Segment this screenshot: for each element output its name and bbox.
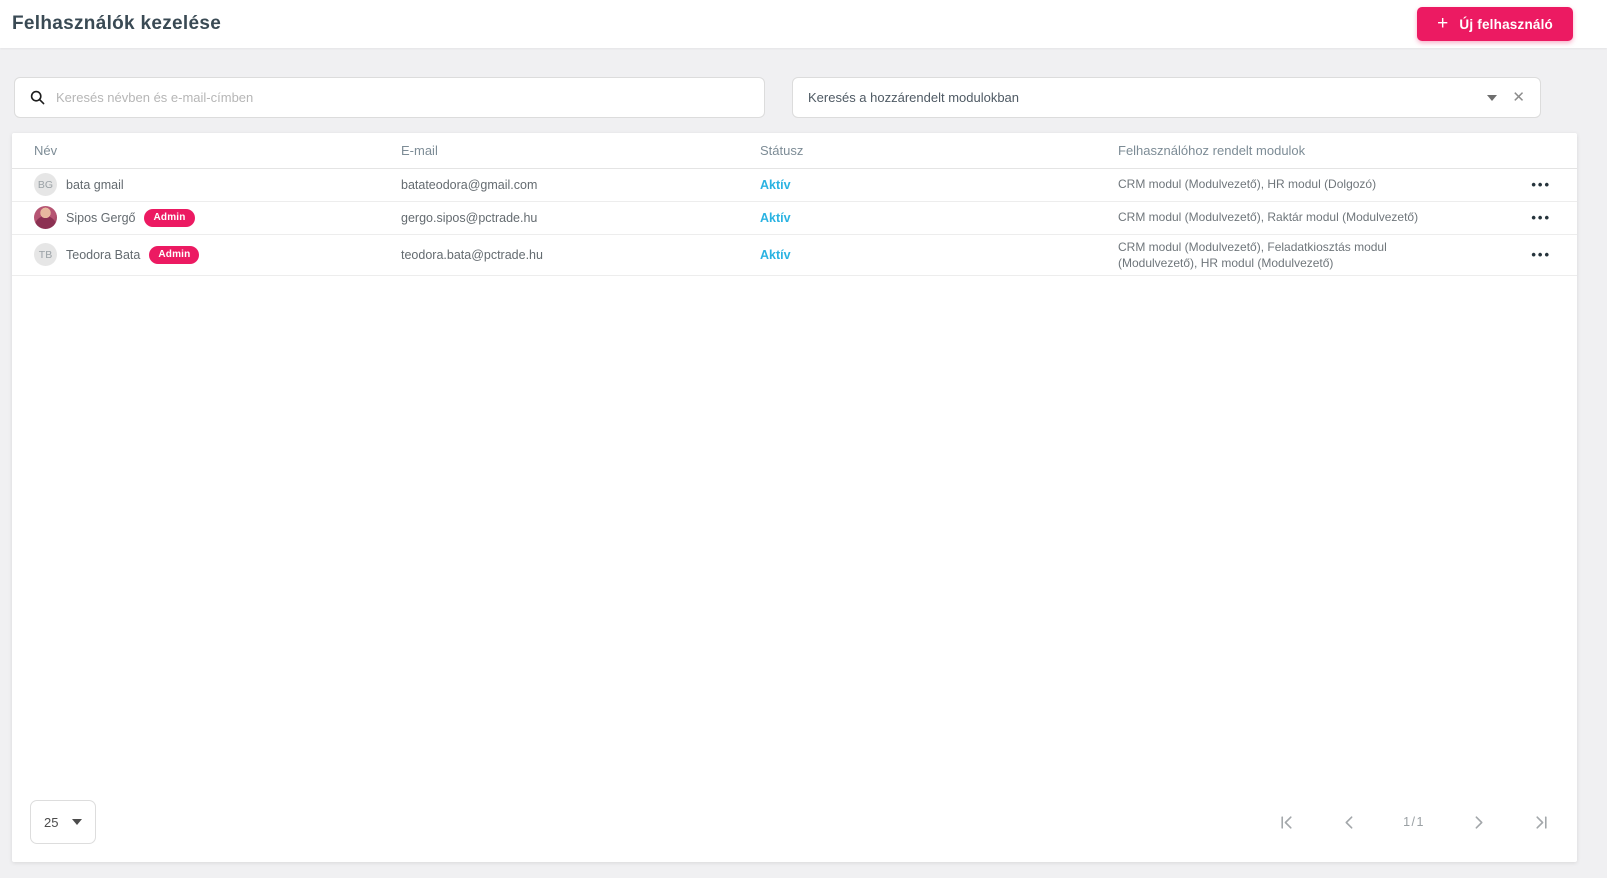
row-actions-button[interactable]: ••• [1531,248,1551,261]
chevron-down-icon [1487,94,1498,101]
admin-badge: Admin [149,245,200,264]
column-header-name: Név [12,133,393,169]
table-header-row: Név E-mail Státusz Felhasználóhoz rendel… [12,133,1577,169]
chevron-right-icon [1475,815,1483,829]
status-badge: Aktív [760,210,791,225]
column-header-status: Státusz [752,133,1110,169]
admin-badge: Admin [144,208,195,227]
table-row: TB Teodora Bata Admin teodora.bata@pctra… [12,234,1577,276]
page-size-value: 25 [44,814,59,830]
first-page-button[interactable] [1277,813,1296,832]
last-page-icon [1536,815,1547,829]
page-title: Felhasználók kezelése [12,13,222,34]
avatar-photo [34,206,57,229]
table-footer: 25 1/1 [12,786,1577,862]
first-page-icon [1281,815,1292,829]
pager: 1/1 [1277,813,1551,832]
chevron-left-icon [1345,815,1353,829]
next-page-button[interactable] [1469,813,1488,832]
modules-filter-label: Keresés a hozzárendelt modulokban [808,90,1020,105]
new-user-button[interactable]: + Új felhasználó [1417,7,1573,41]
column-header-email: E-mail [393,133,752,169]
user-modules: CRM modul (Modulvezető), HR modul (Dolgo… [1118,177,1377,192]
new-user-button-label: Új felhasználó [1459,16,1553,32]
user-name: bata gmail [66,177,124,192]
status-badge: Aktív [760,177,791,192]
plus-icon: + [1437,12,1449,34]
previous-page-button[interactable] [1340,813,1359,832]
page-indicator: 1/1 [1403,815,1425,829]
users-table-card: Név E-mail Státusz Felhasználóhoz rendel… [12,133,1577,862]
user-email: teodora.bata@pctrade.hu [393,234,752,276]
user-modules: CRM modul (Modulvezető), Raktár modul (M… [1118,210,1419,225]
table-row: Sipos Gergő Admin gergo.sipos@pctrade.hu… [12,201,1577,235]
avatar: BG [34,173,57,196]
user-name: Teodora Bata [66,247,141,262]
modules-filter-dropdown[interactable]: Keresés a hozzárendelt modulokban ✕ [792,77,1541,118]
column-header-actions [1475,133,1577,169]
search-input[interactable] [56,90,749,105]
column-header-modules: Felhasználóhoz rendelt modulok [1110,133,1475,169]
last-page-button[interactable] [1532,813,1551,832]
chevron-down-icon [72,819,82,825]
clear-filter-icon[interactable]: ✕ [1512,90,1525,105]
status-badge: Aktív [760,247,791,262]
row-actions-button[interactable]: ••• [1531,211,1551,224]
user-name: Sipos Gergő [66,210,136,225]
avatar: TB [34,243,57,267]
page-size-select[interactable]: 25 [30,800,96,844]
table-row: BG bata gmail batateodora@gmail.com Aktí… [12,168,1577,202]
row-actions-button[interactable]: ••• [1531,178,1551,191]
filter-row: Keresés a hozzárendelt modulokban ✕ [0,48,1607,133]
user-email: gergo.sipos@pctrade.hu [393,201,752,235]
name-email-search-field[interactable] [14,77,765,118]
search-icon [30,90,45,105]
users-table: Név E-mail Státusz Felhasználóhoz rendel… [12,133,1577,276]
user-email: batateodora@gmail.com [393,168,752,202]
top-bar: Felhasználók kezelése + Új felhasználó [0,0,1607,48]
user-modules: CRM modul (Modulvezető), Feladatkiosztás… [1118,239,1387,270]
